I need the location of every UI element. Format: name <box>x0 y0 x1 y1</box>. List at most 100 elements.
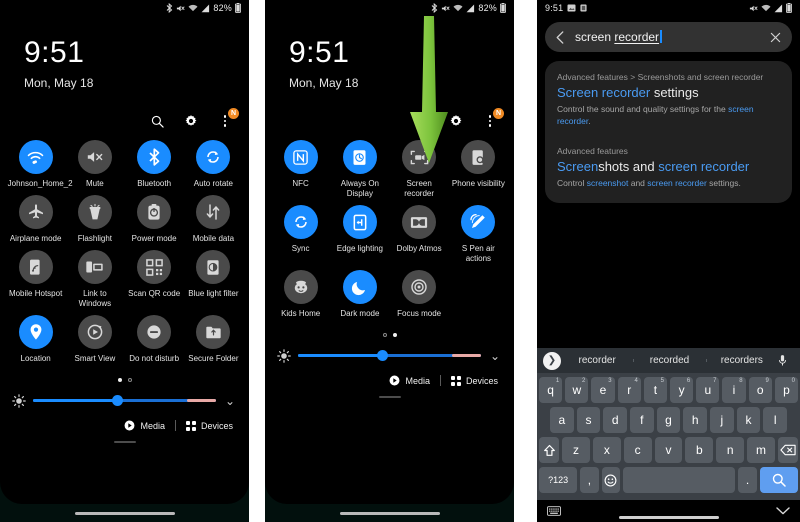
key-j[interactable]: j <box>710 407 734 433</box>
search-icon[interactable] <box>759 467 798 493</box>
key-w[interactable]: w2 <box>565 377 589 403</box>
key-e[interactable]: e3 <box>591 377 615 403</box>
tile-blue-light-filter[interactable]: Blue light filter <box>184 250 243 309</box>
comma-key[interactable]: , <box>580 467 599 493</box>
key-a[interactable]: a <box>549 407 574 433</box>
tile-airplane-mode[interactable]: Airplane mode <box>6 195 65 244</box>
key-g[interactable]: g <box>656 407 681 433</box>
tile-phone-visibility[interactable]: Phone visibility <box>449 140 508 199</box>
tile-mobile-hotspot[interactable]: Mobile Hotspot <box>6 250 65 309</box>
space-key[interactable] <box>623 467 736 493</box>
kebab-menu-icon[interactable]: N <box>217 108 239 129</box>
key-m[interactable]: m <box>747 437 775 463</box>
shift-icon[interactable] <box>539 437 560 463</box>
settings-search-bar[interactable]: screen recorder <box>545 22 792 52</box>
tile-edge-lighting[interactable]: Edge lighting <box>330 205 389 264</box>
key-k[interactable]: k <box>736 407 761 433</box>
devices-button[interactable]: Devices <box>185 420 233 431</box>
period-key[interactable]: . <box>738 467 757 493</box>
brightness-slider[interactable] <box>298 350 481 361</box>
tile-wifi[interactable]: Johnson_Home_2 <box>6 140 73 189</box>
key-x[interactable]: x <box>592 437 621 463</box>
keyboard-icon[interactable] <box>547 506 561 516</box>
suggestion-2[interactable]: recorded <box>633 355 705 366</box>
key-o[interactable]: o9 <box>748 377 772 403</box>
tile-power-mode[interactable]: Power mode <box>125 195 184 244</box>
tile-auto-rotate[interactable]: Auto rotate <box>184 140 243 189</box>
tile-dark-mode[interactable]: Dark mode <box>330 270 389 319</box>
tile-do-not-disturb[interactable]: Do not disturb <box>125 315 184 364</box>
search-icon[interactable] <box>414 113 430 129</box>
panel1-drag-handle[interactable] <box>113 441 136 443</box>
close-icon[interactable] <box>770 32 782 43</box>
kebab-menu-icon[interactable]: N <box>482 108 504 129</box>
tile-mobile-data[interactable]: Mobile data <box>184 195 243 244</box>
slider-knob[interactable] <box>377 350 389 361</box>
gear-icon[interactable] <box>183 113 199 129</box>
key-q[interactable]: q1 <box>538 377 563 403</box>
gear-icon[interactable] <box>448 113 464 129</box>
tile-scan-qr-code[interactable]: Scan QR code <box>125 250 184 309</box>
search-result-2[interactable]: Advanced features Screenshots and screen… <box>557 145 780 189</box>
key-r[interactable]: r4 <box>617 377 641 403</box>
key-y[interactable]: y6 <box>670 377 694 403</box>
tile-bluetooth[interactable]: Bluetooth <box>125 140 184 189</box>
media-button[interactable]: Media <box>389 375 430 386</box>
home-indicator[interactable] <box>618 516 719 519</box>
tile-location[interactable]: Location <box>6 315 65 364</box>
key-t[interactable]: t5 <box>643 377 667 403</box>
key-v[interactable]: v <box>654 437 683 463</box>
brightness-slider[interactable] <box>33 395 216 406</box>
key-h[interactable]: h <box>683 407 708 433</box>
search-input[interactable]: screen recorder <box>575 30 762 44</box>
suggestion-3[interactable]: recorders <box>705 355 778 366</box>
back-arrow-icon[interactable] <box>555 30 567 44</box>
chevron-right-icon[interactable]: ❯ <box>543 351 561 370</box>
home-indicator[interactable] <box>74 511 175 515</box>
key-z[interactable]: z <box>562 437 590 463</box>
page-dot-2[interactable] <box>127 378 132 382</box>
tile-kids-home[interactable]: Kids Home <box>271 270 330 319</box>
tile-dolby-atmos[interactable]: Dolby Atmos <box>390 205 449 264</box>
home-indicator[interactable] <box>339 511 440 515</box>
backspace-icon[interactable] <box>777 437 798 463</box>
search-icon[interactable] <box>149 113 165 129</box>
key-n[interactable]: n <box>716 437 745 463</box>
tile-focus-mode[interactable]: Focus mode <box>390 270 449 319</box>
emoji-icon[interactable] <box>601 467 621 493</box>
media-button[interactable]: Media <box>124 420 165 431</box>
tile-smart-view[interactable]: Smart View <box>65 315 124 364</box>
chevron-down-icon[interactable]: ⌄ <box>488 350 502 362</box>
chevron-down-icon[interactable] <box>776 507 790 515</box>
tile-s-pen-air-actions[interactable]: S Pen air actions <box>449 205 508 264</box>
devices-button[interactable]: Devices <box>450 375 498 386</box>
tile-secure-folder[interactable]: Secure Folder <box>184 315 243 364</box>
search-result-1[interactable]: Advanced features > Screenshots and scre… <box>557 71 780 127</box>
page-dot-1[interactable] <box>382 333 387 337</box>
chevron-down-icon[interactable]: ⌄ <box>223 395 237 407</box>
tile-sync[interactable]: Sync <box>271 205 330 264</box>
microphone-icon[interactable] <box>778 354 794 367</box>
key-c[interactable]: c <box>623 437 652 463</box>
symbols-key[interactable]: ?123 <box>539 467 578 493</box>
key-b[interactable]: b <box>685 437 714 463</box>
page-dot-2[interactable] <box>392 333 397 337</box>
tile-always-on-display[interactable]: Always On Display <box>330 140 389 199</box>
key-p[interactable]: p0 <box>774 377 799 403</box>
tile-flashlight[interactable]: Flashlight <box>65 195 124 244</box>
key-l[interactable]: l <box>763 407 788 433</box>
key-f[interactable]: f <box>630 407 654 433</box>
panel2-drag-handle[interactable] <box>378 396 401 398</box>
key-i[interactable]: i8 <box>722 377 746 403</box>
tile-mute[interactable]: Mute <box>65 140 124 189</box>
page-dot-1[interactable] <box>117 378 122 382</box>
key-s[interactable]: s <box>576 407 601 433</box>
tile-link-to-windows[interactable]: Link to Windows <box>65 250 124 309</box>
panel3-status-right <box>749 3 792 13</box>
key-d[interactable]: d <box>603 407 627 433</box>
tile-screen-recorder[interactable]: Screen recorder <box>390 140 449 199</box>
slider-knob[interactable] <box>112 395 124 406</box>
key-u[interactable]: u7 <box>696 377 720 403</box>
tile-nfc[interactable]: NFC <box>271 140 330 199</box>
suggestion-1[interactable]: recorder <box>561 355 633 366</box>
